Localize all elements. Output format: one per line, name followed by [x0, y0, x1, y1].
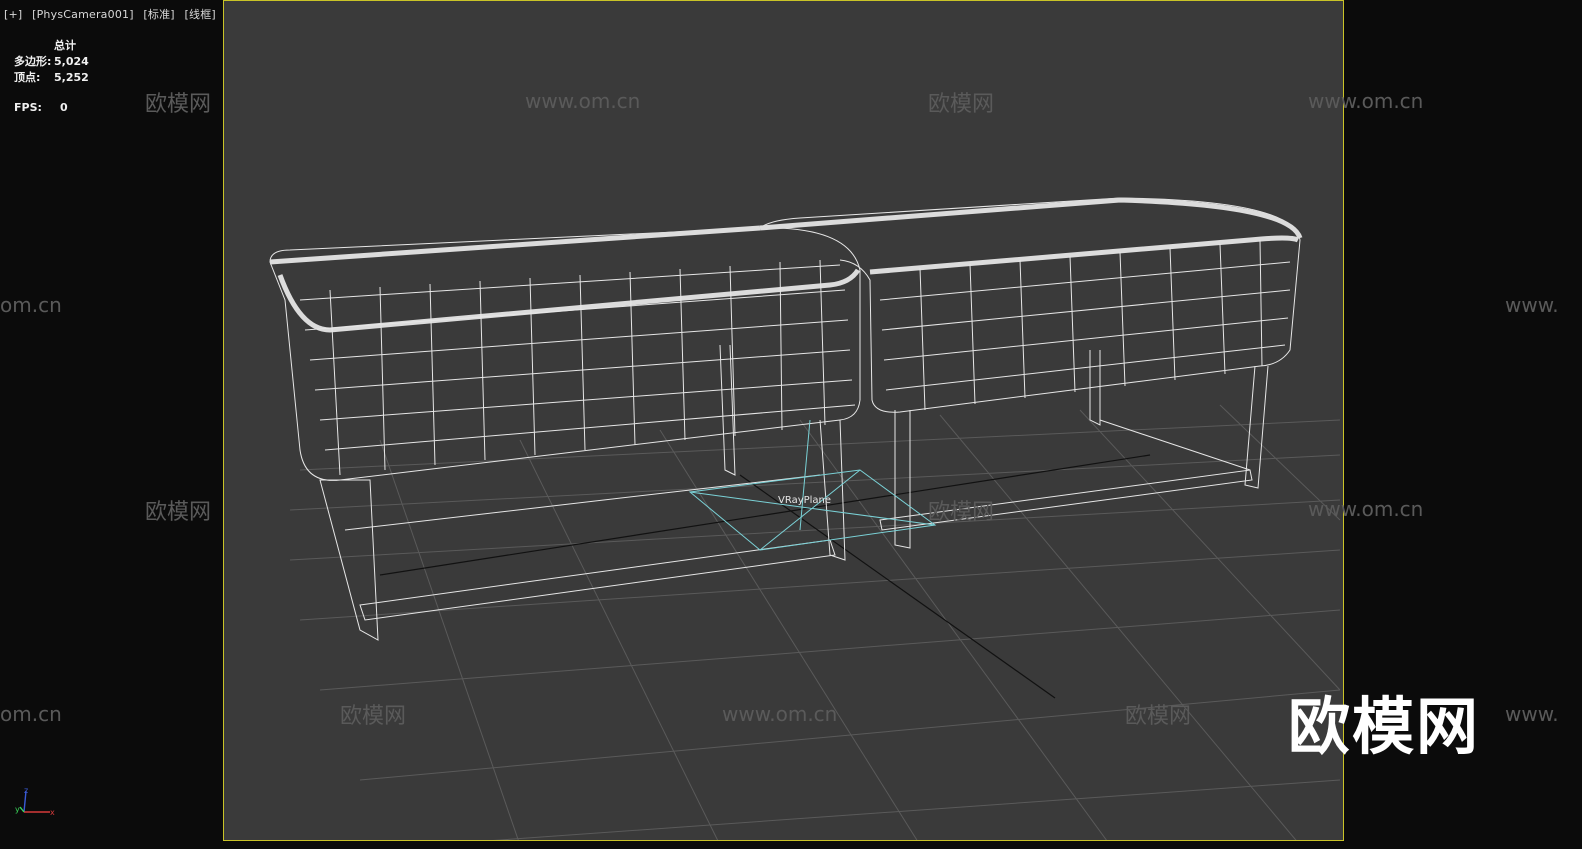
axis-y-label: y — [15, 805, 20, 814]
watermark-cn: 欧模网 — [145, 500, 212, 525]
axis-x-label: x — [50, 808, 55, 817]
watermark-cn: 欧模网 — [928, 500, 995, 525]
viewport-shading[interactable]: [线框] — [185, 8, 216, 21]
watermark-url: www.om.cn — [1308, 497, 1424, 521]
viewport-menu[interactable]: [+] — [4, 8, 22, 21]
viewport-label[interactable]: [+] [PhysCamera001] [标准] [线框] — [4, 6, 222, 22]
watermark-cn: 欧模网 — [145, 92, 212, 117]
axis-z-label: z — [24, 786, 28, 795]
poly-label: 多边形: — [14, 55, 52, 68]
vert-label: 顶点: — [14, 71, 41, 84]
stats-header: 总计 — [54, 39, 76, 52]
brand-logo: 欧模网 — [1288, 690, 1481, 763]
watermark-url: www.om.cn — [525, 89, 641, 113]
axis-gizmo: z x y — [15, 786, 55, 817]
watermark-cn: 欧模网 — [340, 704, 407, 729]
fps-label: FPS: — [14, 101, 42, 114]
watermark-cn: 欧模网 — [1125, 704, 1192, 729]
watermark-url-short: om.cn — [0, 293, 62, 317]
fps-value: 0 — [60, 101, 68, 114]
poly-value: 5,024 — [54, 55, 89, 68]
vert-value: 5,252 — [54, 71, 89, 84]
watermark-url-short: om.cn — [0, 702, 62, 726]
watermark-url: www.om.cn — [722, 702, 838, 726]
watermark-cn: 欧模网 — [928, 92, 995, 117]
viewport-mode[interactable]: [标准] — [143, 8, 174, 21]
watermark-url-prefix: www. — [1505, 293, 1559, 317]
stats-overlay: 总计 多边形: 5,024 顶点: 5,252 — [14, 38, 89, 86]
fps-overlay: FPS: 0 — [14, 101, 68, 114]
viewport-camera[interactable]: [PhysCamera001] — [32, 8, 134, 21]
watermark-url: www.om.cn — [1308, 89, 1424, 113]
watermark-url-prefix: www. — [1505, 702, 1559, 726]
